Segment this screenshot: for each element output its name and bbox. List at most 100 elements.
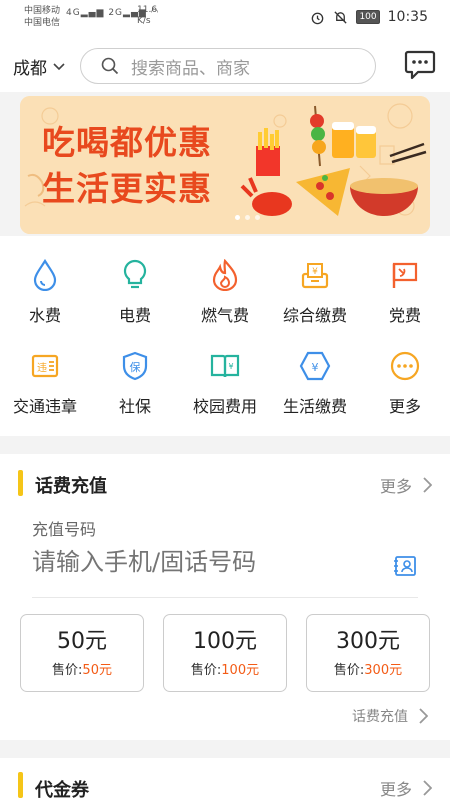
recharge-option-50[interactable]: 50元 售价:50元 <box>20 614 144 692</box>
phone-number-input[interactable] <box>32 548 332 576</box>
net-type-1: 4G <box>66 8 81 18</box>
carousel-dot <box>245 215 250 220</box>
search-icon <box>101 57 119 75</box>
carousel-indicator <box>235 215 260 220</box>
service-label: 水费 <box>28 306 61 325</box>
service-social-security[interactable]: 保 社保 <box>90 349 180 417</box>
chat-bubble-icon <box>404 50 436 80</box>
option-price: 售价:50元 <box>21 659 143 678</box>
net-type-2: 2G <box>108 8 124 18</box>
speed-value: 11.6 <box>137 5 158 15</box>
option-price: 售价:300元 <box>307 659 429 678</box>
section-accent-bar <box>18 772 23 798</box>
recharge-option-300[interactable]: 300元 售价:300元 <box>306 614 430 692</box>
service-living-payment[interactable]: ¥ 生活缴费 <box>270 349 360 417</box>
price-value: 50元 <box>82 663 112 678</box>
chevron-right-icon <box>423 477 432 493</box>
service-label: 党费 <box>388 306 421 325</box>
chevron-down-icon <box>53 62 65 70</box>
section-accent-bar <box>18 470 23 496</box>
service-label: 生活缴费 <box>282 397 347 416</box>
contact-book-icon <box>394 556 416 576</box>
mute-bell-icon <box>334 10 348 24</box>
service-grid: 水费 电费 燃气费 ¥ 综合缴费 党费 违 交通违章 保 社保 ¥ 校园费用 ¥… <box>0 236 450 436</box>
phone-number-label: 充值号码 <box>32 520 97 539</box>
price-value: 300元 <box>364 663 403 678</box>
water-drop-icon <box>33 259 57 291</box>
service-electricity[interactable]: 电费 <box>90 258 180 326</box>
service-more[interactable]: 更多 <box>360 349 450 417</box>
social-security-shield-icon: 保 <box>122 351 148 381</box>
service-label: 燃气费 <box>200 306 249 325</box>
city-label: 成都 <box>13 59 47 79</box>
svg-text:¥: ¥ <box>228 362 233 371</box>
service-traffic-violation[interactable]: 违 交通违章 <box>0 349 90 417</box>
promo-banner[interactable]: 吃喝都优惠 生活更实惠 <box>20 96 430 234</box>
traffic-ticket-icon: 违 <box>31 354 59 378</box>
svg-text:保: 保 <box>130 360 141 374</box>
party-flag-icon <box>392 262 418 288</box>
recharge-option-100[interactable]: 100元 售价:100元 <box>163 614 287 692</box>
city-selector[interactable]: 成都 <box>13 54 65 79</box>
section-title: 代金券 <box>35 780 89 800</box>
service-campus-fees[interactable]: ¥ 校园费用 <box>180 349 270 417</box>
voucher-more-link[interactable]: 更多 <box>380 776 432 800</box>
chevron-right-icon <box>423 780 432 796</box>
service-label: 电费 <box>118 306 151 325</box>
price-prefix: 售价: <box>190 663 222 678</box>
flame-icon <box>212 259 238 291</box>
search-placeholder: 搜索商品、商家 <box>131 58 250 79</box>
carrier-info: 中国移动 中国电信 <box>24 5 60 29</box>
more-label: 更多 <box>379 477 412 496</box>
service-label: 校园费用 <box>192 397 257 416</box>
lightbulb-icon <box>123 259 147 289</box>
campus-book-icon: ¥ <box>210 354 240 378</box>
option-price: 售价:100元 <box>164 659 286 678</box>
message-button[interactable] <box>404 50 436 80</box>
carousel-dot <box>235 215 240 220</box>
alarm-icon <box>312 12 324 24</box>
price-prefix: 售价: <box>333 663 365 678</box>
option-amount: 50元 <box>57 629 107 654</box>
service-label: 交通违章 <box>12 397 77 416</box>
carrier-secondary: 中国电信 <box>24 18 61 28</box>
payment-box-icon: ¥ <box>301 263 329 289</box>
more-dots-icon <box>390 351 420 381</box>
svg-text:¥: ¥ <box>312 361 319 374</box>
service-water[interactable]: 水费 <box>0 258 90 326</box>
clock: 10:35 <box>387 9 428 25</box>
search-input[interactable]: 搜索商品、商家 <box>80 48 376 84</box>
voucher-section: 代金券 更多 <box>0 758 450 800</box>
recharge-footer-link[interactable]: 话费充值 <box>352 706 428 726</box>
more-label: 更多 <box>379 780 412 799</box>
speed-unit: K/s <box>137 16 151 26</box>
option-amount: 100元 <box>193 629 257 654</box>
footer-link-label: 话费充值 <box>352 709 408 725</box>
network-speed: 11.6 K/s <box>137 5 157 27</box>
svg-text:¥: ¥ <box>312 267 318 277</box>
section-title: 话费充值 <box>35 476 107 497</box>
service-party-fee[interactable]: 党费 <box>360 258 450 326</box>
recharge-more-link[interactable]: 更多 <box>380 473 432 497</box>
banner-line-1: 吃喝都优惠 <box>42 123 212 162</box>
living-payment-icon: ¥ <box>299 351 331 381</box>
service-label: 社保 <box>118 397 151 416</box>
option-amount: 300元 <box>336 629 400 654</box>
battery-icon: 100 <box>356 10 380 24</box>
top-header: 成都 搜索商品、商家 <box>0 36 450 92</box>
service-gas[interactable]: 燃气费 <box>180 258 270 326</box>
service-label: 综合缴费 <box>282 306 347 325</box>
price-value: 100元 <box>221 663 260 678</box>
price-prefix: 售价: <box>52 663 83 678</box>
contact-picker-button[interactable] <box>393 555 417 581</box>
carousel-dot <box>255 215 260 220</box>
status-bar: 中国移动 中国电信 4G▂▄▆ 2G▂▄▆ ◠ 11.6 K/s 100 10:… <box>0 0 450 36</box>
banner-line-2: 生活更实惠 <box>42 169 212 208</box>
input-divider <box>32 597 418 598</box>
service-comprehensive-payment[interactable]: ¥ 综合缴费 <box>270 258 360 326</box>
carrier-primary: 中国移动 <box>24 6 61 16</box>
phone-recharge-section: 话费充值 更多 充值号码 50元 售价:50元 100元 售价:100元 300… <box>0 454 450 740</box>
service-label: 更多 <box>388 397 421 416</box>
chevron-right-icon <box>419 708 428 724</box>
svg-text:违: 违 <box>37 362 47 374</box>
